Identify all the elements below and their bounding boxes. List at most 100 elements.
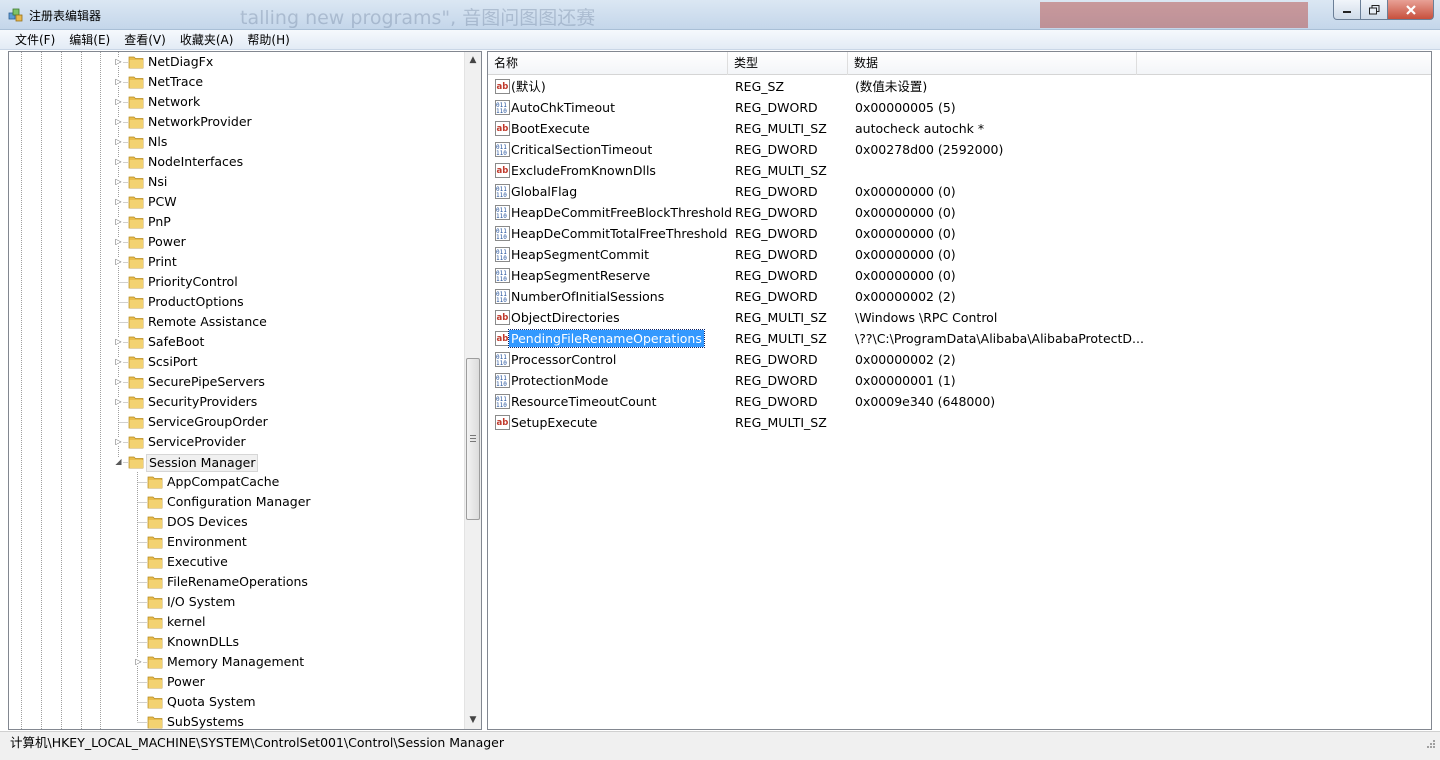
tree-item[interactable]: ▷ NetworkProvider (9, 112, 469, 132)
tree-item[interactable]: KnownDLLs (9, 632, 469, 652)
value-row[interactable]: 011 110 CriticalSectionTimeout REG_DWORD 0x0… (488, 139, 1431, 160)
tree-item[interactable]: ServiceGroupOrder (9, 412, 469, 432)
value-row[interactable]: 011 110 ProtectionMode REG_DWORD 0x00000001 … (488, 370, 1431, 391)
expand-arrow-icon[interactable]: ▷ (114, 157, 123, 166)
tree-item[interactable]: AppCompatCache (9, 472, 469, 492)
tree-item[interactable]: Remote Assistance (9, 312, 469, 332)
expand-arrow-icon[interactable]: ▷ (114, 217, 123, 226)
value-row[interactable]: 011 110 ResourceTimeoutCount REG_DWORD 0x000… (488, 391, 1431, 412)
scrollbar-thumb[interactable] (466, 358, 480, 520)
tree-item[interactable]: Configuration Manager (9, 492, 469, 512)
expand-arrow-icon[interactable]: ▷ (114, 137, 123, 146)
expand-arrow-icon[interactable]: ▷ (114, 177, 123, 186)
tree-item-label: KnownDLLs (167, 634, 239, 649)
expand-arrow-icon[interactable]: ▷ (114, 57, 123, 66)
tree-item[interactable]: ▷ ScsiPort (9, 352, 469, 372)
value-row[interactable]: ab ExcludeFromKnownDlls REG_MULTI_SZ (488, 160, 1431, 181)
column-header-type[interactable]: 类型 (728, 52, 848, 75)
value-row[interactable]: ab ObjectDirectories REG_MULTI_SZ \Windows … (488, 307, 1431, 328)
expand-arrow-icon[interactable]: ▷ (114, 257, 123, 266)
tree-item[interactable]: ▷ NetDiagFx (9, 52, 469, 72)
value-row[interactable]: 011 110 HeapDeCommitTotalFreeThreshold REG_… (488, 223, 1431, 244)
expand-arrow-icon[interactable]: ▷ (114, 237, 123, 246)
tree-item[interactable]: I/O System (9, 592, 469, 612)
value-name: NumberOfInitialSessions (511, 289, 665, 304)
value-data: 0x00000000 (0) (855, 247, 956, 262)
tree-item[interactable]: ▷ NetTrace (9, 72, 469, 92)
tree-item[interactable]: ▷ NodeInterfaces (9, 152, 469, 172)
value-row[interactable]: 011 110 HeapSegmentCommit REG_DWORD 0x000000… (488, 244, 1431, 265)
tree-item[interactable]: Executive (9, 552, 469, 572)
tree-item[interactable]: ▷ Network (9, 92, 469, 112)
collapse-arrow-icon[interactable]: ◢ (114, 457, 123, 466)
tree-item[interactable]: Environment (9, 532, 469, 552)
tree-item[interactable]: PriorityControl (9, 272, 469, 292)
tree-item[interactable]: Power (9, 672, 469, 692)
maximize-button[interactable] (1361, 0, 1388, 20)
tree-item[interactable]: Quota System (9, 692, 469, 712)
expand-arrow-icon[interactable]: ▷ (114, 197, 123, 206)
value-row[interactable]: ab (默认) REG_SZ (数值未设置) (488, 76, 1431, 97)
expand-arrow-icon[interactable]: ▷ (134, 657, 143, 666)
expand-arrow-icon[interactable]: ▷ (114, 77, 123, 86)
size-grip-icon[interactable] (1424, 739, 1436, 751)
expand-arrow-icon[interactable]: ▷ (114, 357, 123, 366)
string-value-icon: ab (495, 163, 510, 178)
tree-item[interactable]: FileRenameOperations (9, 572, 469, 592)
tree-item-label: ServiceGroupOrder (148, 414, 268, 429)
folder-icon (147, 476, 163, 489)
scroll-up-arrow-icon[interactable]: ▲ (465, 52, 481, 69)
tree-item[interactable]: ▷ SecurePipeServers (9, 372, 469, 392)
tree-item[interactable]: kernel (9, 612, 469, 632)
expand-arrow-icon[interactable]: ▷ (114, 377, 123, 386)
tree-item[interactable]: ▷ Memory Management (9, 652, 469, 672)
column-header-data[interactable]: 数据 (848, 52, 1137, 75)
tree-item[interactable]: ▷ PCW (9, 192, 469, 212)
close-button[interactable] (1388, 0, 1434, 20)
tree-item[interactable]: ▷ SecurityProviders (9, 392, 469, 412)
menu-view[interactable]: 查看(V) (117, 30, 173, 50)
menu-file[interactable]: 文件(F) (8, 30, 62, 50)
menu-favorites[interactable]: 收藏夹(A) (173, 30, 241, 50)
value-row[interactable]: 011 110 NumberOfInitialSessions REG_DWORD 0x… (488, 286, 1431, 307)
value-row[interactable]: ab BootExecute REG_MULTI_SZ autocheck autoc… (488, 118, 1431, 139)
expand-arrow-icon[interactable]: ▷ (114, 337, 123, 346)
tree-item[interactable]: DOS Devices (9, 512, 469, 532)
value-name: BootExecute (511, 121, 590, 136)
expand-arrow-icon[interactable]: ▷ (114, 397, 123, 406)
value-row[interactable]: ab SetupExecute REG_MULTI_SZ (488, 412, 1431, 433)
column-header-name[interactable]: 名称 (488, 52, 728, 75)
background-window-text: talling new programs", 音图问图图还赛 (240, 7, 596, 29)
value-row[interactable]: 011 110 HeapDeCommitFreeBlockThreshold REG_… (488, 202, 1431, 223)
registry-key-tree[interactable]: ▷ NetDiagFx ▷ NetTrace ▷ Network ▷ NetworkProvi… (8, 51, 482, 730)
svg-text:110: 110 (496, 402, 507, 409)
tree-item[interactable]: ◢ Session Manager (9, 452, 469, 472)
tree-scrollbar[interactable]: ▲ ▼ (464, 52, 481, 729)
tree-item-label: ProductOptions (148, 294, 244, 309)
tree-item[interactable]: ▷ PnP (9, 212, 469, 232)
tree-item[interactable]: ProductOptions (9, 292, 469, 312)
menu-bar: 文件(F) 编辑(E) 查看(V) 收藏夹(A) 帮助(H) (0, 30, 1440, 50)
registry-value-list[interactable]: 名称 类型 数据 ab (默认) REG_SZ (数值未设置) 011 110 AutoCh… (487, 51, 1432, 730)
expand-arrow-icon[interactable]: ▷ (114, 117, 123, 126)
value-row[interactable]: 011 110 AutoChkTimeout REG_DWORD 0x00000005 … (488, 97, 1431, 118)
svg-text:ab: ab (497, 313, 509, 323)
menu-edit[interactable]: 编辑(E) (62, 30, 117, 50)
tree-item[interactable]: SubSystems (9, 712, 469, 729)
tree-item[interactable]: ▷ SafeBoot (9, 332, 469, 352)
value-row[interactable]: 011 110 ProcessorControl REG_DWORD 0x0000000… (488, 349, 1431, 370)
value-row[interactable]: 011 110 GlobalFlag REG_DWORD 0x00000000 (0) (488, 181, 1431, 202)
value-row[interactable]: 011 110 HeapSegmentReserve REG_DWORD 0x00000… (488, 265, 1431, 286)
tree-item[interactable]: ▷ ServiceProvider (9, 432, 469, 452)
expand-arrow-icon[interactable]: ▷ (114, 437, 123, 446)
scroll-down-arrow-icon[interactable]: ▼ (465, 712, 481, 729)
tree-item[interactable]: ▷ Power (9, 232, 469, 252)
tree-item[interactable]: ▷ Nsi (9, 172, 469, 192)
value-row[interactable]: ab PendingFileRenameOperations REG_MULTI_S… (488, 328, 1431, 349)
folder-icon (128, 116, 144, 129)
tree-item[interactable]: ▷ Print (9, 252, 469, 272)
minimize-button[interactable] (1333, 0, 1361, 20)
menu-help[interactable]: 帮助(H) (240, 30, 296, 50)
expand-arrow-icon[interactable]: ▷ (114, 97, 123, 106)
tree-item[interactable]: ▷ Nls (9, 132, 469, 152)
